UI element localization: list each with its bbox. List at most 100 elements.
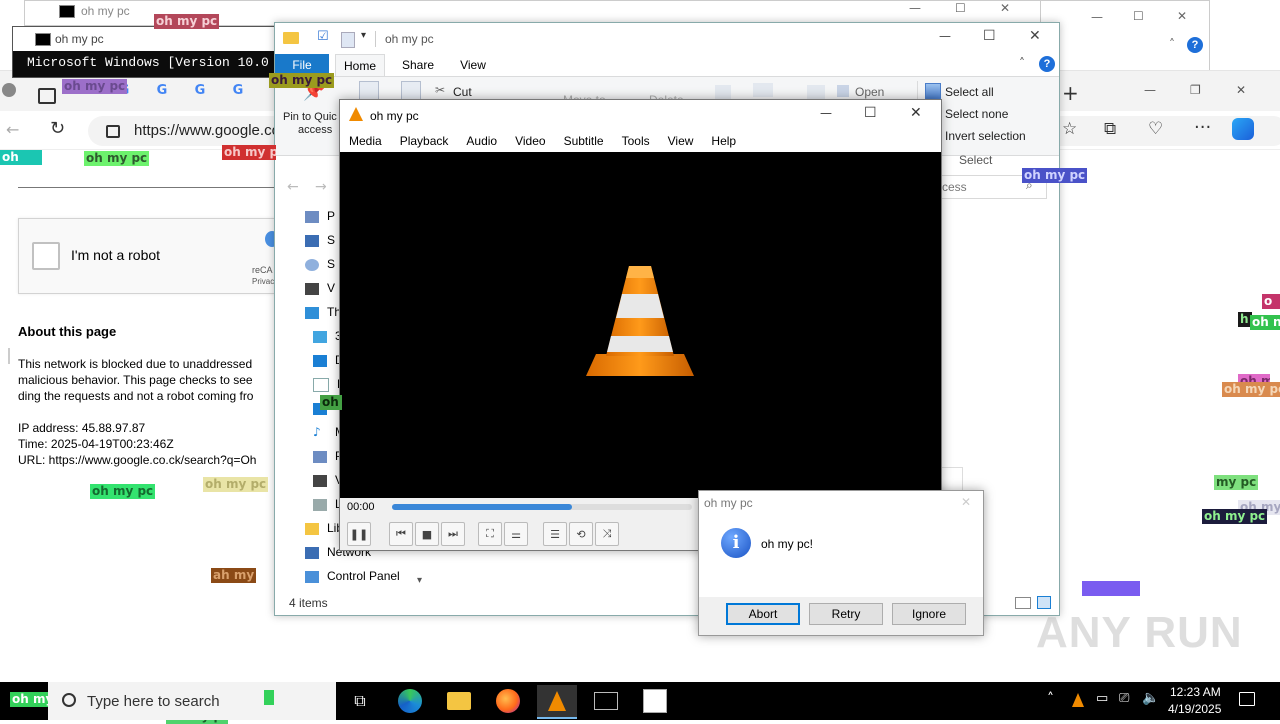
shuffle-button[interactable]: ⤨ (595, 522, 619, 546)
retry-button[interactable]: Retry (809, 603, 883, 625)
minimize-button[interactable]: — (820, 106, 832, 120)
minimize-button[interactable]: — (909, 1, 921, 15)
forward-icon[interactable]: → (315, 179, 327, 195)
task-view-button[interactable]: ⧉ (340, 685, 380, 717)
back-icon[interactable]: ← (6, 120, 19, 139)
open-icon[interactable] (837, 85, 849, 97)
maximize-button[interactable]: ☐ (955, 1, 966, 15)
tab-view[interactable]: View (451, 54, 495, 76)
cmd-taskbar-button[interactable] (586, 685, 626, 717)
select-all-button[interactable]: Select all (945, 85, 994, 99)
extended-settings-button[interactable]: ⚌ (504, 522, 528, 546)
tree-item[interactable]: S (305, 257, 335, 271)
favorites-icon[interactable]: ☆ (1062, 119, 1077, 139)
menu-help[interactable]: Help (702, 130, 745, 152)
new-tab-button[interactable]: + (1062, 81, 1079, 105)
qat-dropdown-icon[interactable]: ▾ (361, 30, 366, 41)
maximize-button[interactable]: ☐ (864, 105, 877, 121)
maximize-button[interactable]: ☐ (983, 28, 996, 44)
maximize-button[interactable]: ☐ (1133, 9, 1144, 23)
copilot-icon[interactable] (1232, 118, 1254, 140)
notification-icon[interactable] (1239, 692, 1255, 706)
pin-label-2[interactable]: access (298, 124, 332, 136)
recaptcha-checkbox[interactable] (32, 242, 60, 270)
scroll-down-icon[interactable]: ▾ (417, 575, 422, 586)
details-view-icon[interactable] (1015, 597, 1031, 609)
invert-selection-button[interactable]: Invert selection (945, 129, 1026, 143)
pin-label[interactable]: Pin to Quic (283, 111, 337, 123)
minimize-button[interactable]: — (1091, 10, 1103, 24)
edge-taskbar-button[interactable] (390, 685, 430, 717)
menu-subtitle[interactable]: Subtitle (555, 130, 613, 152)
fullscreen-button[interactable]: ⛶ (478, 522, 502, 546)
menu-video[interactable]: Video (506, 130, 554, 152)
tab-home[interactable]: Home (335, 54, 385, 77)
collections-icon[interactable]: ⧉ (1104, 119, 1116, 139)
open-button[interactable]: Open (855, 85, 884, 99)
tree-item[interactable]: S (305, 233, 335, 247)
recaptcha-privacy-link[interactable]: Privac (252, 277, 274, 286)
tree-item[interactable]: L (313, 497, 342, 511)
network-icon[interactable]: ⎚ (1119, 691, 1129, 706)
address-bar-url[interactable]: https://www.google.co (134, 116, 280, 146)
close-button[interactable]: ✕ (910, 105, 922, 121)
more-icon[interactable]: ··· (1194, 117, 1211, 138)
taskbar-search-box[interactable]: Type here to search (48, 682, 336, 720)
minimize-button[interactable]: — (1144, 83, 1156, 97)
easy-access-icon[interactable] (753, 83, 773, 97)
tab-actions-icon[interactable] (38, 88, 56, 104)
help-icon[interactable]: ? (1039, 56, 1055, 72)
loop-button[interactable]: ⟲ (569, 522, 593, 546)
ignore-button[interactable]: Ignore (892, 603, 966, 625)
close-button[interactable]: ✕ (1177, 9, 1187, 23)
notepad-taskbar-button[interactable] (635, 685, 675, 717)
chevron-up-icon[interactable]: ˄ (1019, 56, 1025, 70)
tree-item[interactable]: V (305, 281, 335, 295)
next-button[interactable]: ⏭ (441, 522, 465, 546)
back-icon[interactable]: ← (287, 179, 299, 195)
volume-icon[interactable]: 🔈 (1142, 690, 1159, 706)
vlc-video-area[interactable] (340, 152, 941, 498)
tree-item-libraries[interactable]: Lib (305, 521, 343, 535)
select-all-icon[interactable] (925, 83, 941, 99)
select-none-button[interactable]: Select none (945, 107, 1008, 121)
close-button[interactable]: ✕ (1000, 1, 1010, 15)
clock-time[interactable]: 12:23 AM (1170, 685, 1221, 699)
close-button[interactable]: ✕ (1236, 83, 1246, 97)
properties-icon[interactable]: ☑ (317, 29, 329, 44)
explorer-taskbar-button[interactable] (439, 685, 479, 717)
chevron-up-icon[interactable]: ˄ (1047, 691, 1054, 707)
stop-button[interactable]: ■ (415, 522, 439, 546)
google-tab-icon[interactable]: G (192, 83, 208, 99)
battery-icon[interactable]: ▭ (1096, 691, 1108, 706)
search-placeholder[interactable]: Type here to search (87, 693, 220, 710)
profile-icon[interactable] (2, 83, 16, 97)
tree-item-control-panel[interactable]: Control Panel (305, 569, 400, 583)
seek-bar[interactable] (392, 504, 692, 510)
tab-share[interactable]: Share (393, 54, 443, 76)
help-icon[interactable]: ? (1187, 37, 1203, 53)
google-tab-icon[interactable]: G (154, 83, 170, 99)
chevron-up-icon[interactable]: ˄ (1169, 37, 1175, 51)
minimize-button[interactable]: — (939, 29, 951, 43)
browser-essentials-icon[interactable]: ♡ (1148, 119, 1163, 139)
new-folder-icon[interactable] (341, 32, 355, 48)
menu-tools[interactable]: Tools (613, 130, 659, 152)
google-tab-icon[interactable]: G (230, 83, 246, 99)
refresh-icon[interactable]: ↻ (50, 118, 65, 139)
menu-media[interactable]: Media (340, 130, 391, 152)
playlist-button[interactable]: ☰ (543, 522, 567, 546)
menu-audio[interactable]: Audio (457, 130, 506, 152)
pause-button[interactable]: ❚❚ (347, 522, 371, 546)
vlc-taskbar-button[interactable] (537, 685, 577, 719)
abort-button[interactable]: Abort (726, 603, 800, 625)
close-button[interactable]: ✕ (1029, 28, 1041, 44)
firefox-taskbar-button[interactable] (488, 685, 528, 717)
clock-date[interactable]: 4/19/2025 (1168, 702, 1221, 716)
tree-item-this-pc[interactable]: Th (305, 305, 341, 319)
previous-button[interactable]: ⏮ (389, 522, 413, 546)
tree-item[interactable]: P (305, 209, 335, 223)
cut-button[interactable]: Cut (453, 85, 472, 99)
vlc-tray-icon[interactable] (1072, 693, 1084, 707)
cut-icon[interactable]: ✂ (435, 83, 445, 97)
